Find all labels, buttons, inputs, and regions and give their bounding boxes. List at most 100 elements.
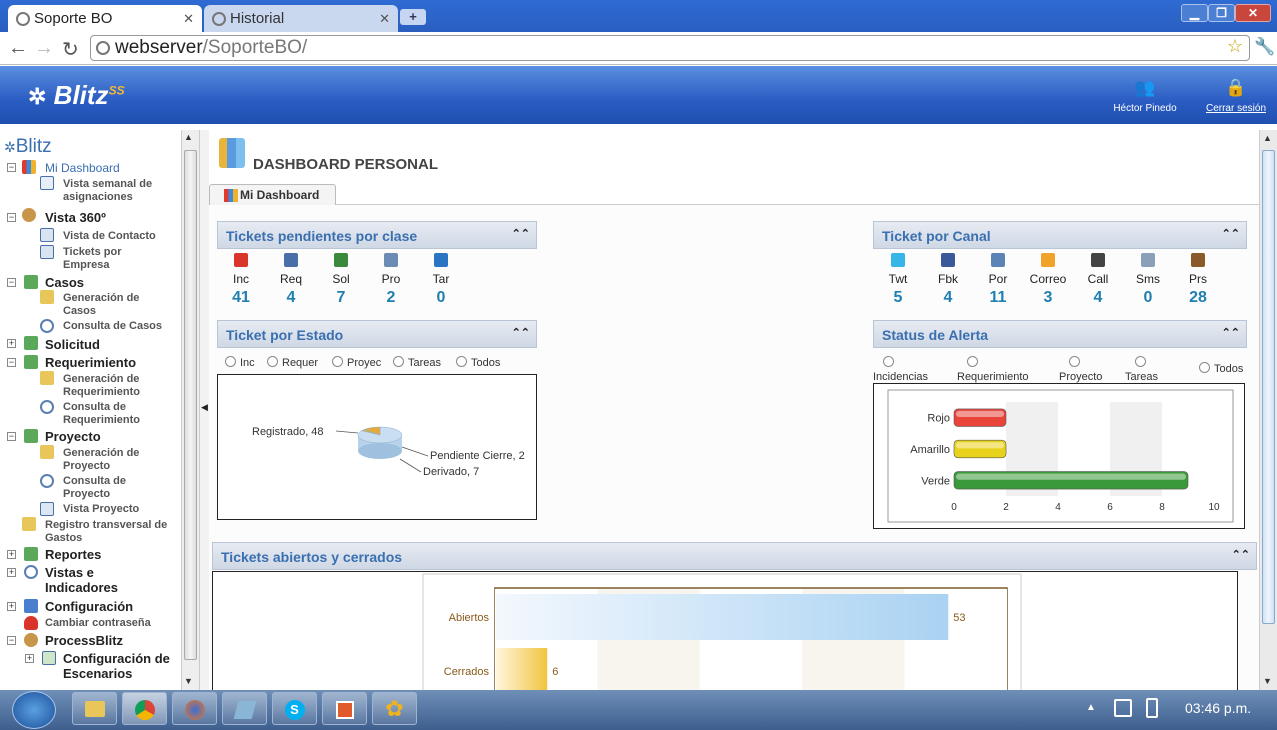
sidebar-item-consulta-proyecto[interactable]: Consulta de Proyecto	[63, 475, 163, 501]
expand-icon[interactable]: +	[7, 550, 16, 559]
collapse-icon[interactable]: −	[7, 636, 16, 645]
estado-filter-proyec[interactable]: Proyec	[332, 356, 381, 369]
scroll-up-icon[interactable]: ▲	[1263, 133, 1272, 143]
explorer-taskbar-icon[interactable]	[72, 692, 117, 725]
estado-filter-todos[interactable]: Todos	[456, 356, 500, 369]
collapse-panel-icon[interactable]: ⌃⌃	[512, 227, 530, 240]
radio-button[interactable]	[1069, 356, 1080, 367]
scrollbar-thumb[interactable]	[184, 150, 197, 660]
collapse-panel-icon[interactable]: ⌃⌃	[1222, 227, 1240, 240]
app-taskbar-icon[interactable]	[222, 692, 267, 725]
reload-icon[interactable]: ↻	[62, 37, 79, 62]
logout-link[interactable]: 🔒 Cerrar sesión	[1198, 78, 1274, 114]
skype-taskbar-icon[interactable]: S	[272, 692, 317, 725]
tab-mi-dashboard[interactable]: Mi Dashboard	[209, 184, 336, 206]
sidebar-item-mi-dashboard[interactable]: Mi Dashboard	[45, 161, 120, 175]
wrench-icon[interactable]: 🔧	[1254, 37, 1275, 57]
radio-button[interactable]	[332, 356, 343, 367]
sidebar-item-consulta-requerimiento[interactable]: Consulta de Requerimiento	[63, 401, 168, 427]
bookmark-star-icon[interactable]: ☆	[1227, 36, 1243, 57]
alerta-filter-tareas[interactable]: Tareas	[1125, 356, 1158, 383]
sidebar-item-vista-360[interactable]: Vista 360º	[45, 210, 106, 225]
scrollbar-thumb[interactable]	[1262, 150, 1275, 624]
canal-stat-por[interactable]: Por 11	[978, 253, 1018, 307]
system-clock[interactable]: 03:46 p.m.	[1185, 700, 1251, 716]
sidebar-splitter[interactable]: ◀	[199, 130, 209, 690]
sidebar-item-generacion-proyecto[interactable]: Generación de Proyecto	[63, 447, 163, 473]
radio-button[interactable]	[1199, 362, 1210, 373]
close-tab-icon[interactable]: ✕	[379, 11, 390, 27]
collapse-sidebar-icon[interactable]: ◀	[201, 402, 208, 413]
sidebar-item-requerimiento[interactable]: Requerimiento	[45, 355, 136, 370]
sidebar-item-config-escenarios[interactable]: Configuración de Escenarios	[63, 651, 178, 681]
collapse-icon[interactable]: −	[7, 358, 16, 367]
radio-button[interactable]	[393, 356, 404, 367]
alerta-filter-requerimiento[interactable]: Requerimiento	[957, 356, 1029, 383]
radio-button[interactable]	[456, 356, 467, 367]
firefox-taskbar-icon[interactable]	[172, 692, 217, 725]
maximize-button[interactable]: ❐	[1208, 4, 1235, 22]
estado-filter-tareas[interactable]: Tareas	[393, 356, 441, 369]
canal-stat-sms[interactable]: Sms 0	[1128, 253, 1168, 307]
tab-soporte-bo[interactable]: Soporte BO ✕	[8, 5, 202, 32]
new-tab-button[interactable]: +	[400, 9, 426, 25]
pendientes-stat-inc[interactable]: Inc 41	[221, 253, 261, 307]
collapse-panel-icon[interactable]: ⌃⌃	[1232, 548, 1250, 561]
blitz-taskbar-icon[interactable]: ✿	[372, 692, 417, 725]
network-icon[interactable]	[1114, 699, 1132, 717]
expand-icon[interactable]: +	[7, 339, 16, 348]
canal-stat-call[interactable]: Call 4	[1078, 253, 1118, 307]
estado-filter-inc[interactable]: Inc	[225, 356, 255, 369]
canal-stat-twt[interactable]: Twt 5	[878, 253, 918, 307]
sidebar-item-tickets-empresa[interactable]: Tickets por Empresa	[63, 246, 143, 272]
pendientes-stat-sol[interactable]: Sol 7	[321, 253, 361, 307]
sidebar-root[interactable]: ✲Blitz	[4, 136, 52, 158]
alerta-filter-proyecto[interactable]: Proyecto	[1059, 356, 1102, 383]
canal-stat-fbk[interactable]: Fbk 4	[928, 253, 968, 307]
scroll-down-icon[interactable]: ▼	[184, 676, 193, 686]
tab-historial[interactable]: Historial ✕	[204, 5, 398, 32]
collapse-icon[interactable]: −	[7, 213, 16, 222]
forward-icon[interactable]: →	[34, 37, 54, 60]
pendientes-stat-req[interactable]: Req 4	[271, 253, 311, 307]
sidebar-item-configuracion[interactable]: Configuración	[45, 599, 133, 614]
sidebar-item-reportes[interactable]: Reportes	[45, 547, 101, 562]
collapse-panel-icon[interactable]: ⌃⌃	[1222, 326, 1240, 339]
office-taskbar-icon[interactable]	[322, 692, 367, 725]
sidebar-item-generacion-requerimiento[interactable]: Generación de Requerimiento	[63, 373, 168, 399]
collapse-panel-icon[interactable]: ⌃⌃	[512, 326, 530, 339]
canal-stat-prs[interactable]: Prs 28	[1178, 253, 1218, 307]
alerta-filter-incidencias[interactable]: Incidencias	[873, 356, 928, 383]
scroll-up-icon[interactable]: ▲	[184, 132, 193, 142]
scroll-down-icon[interactable]: ▼	[1263, 676, 1272, 686]
sidebar-item-proyecto[interactable]: Proyecto	[45, 429, 101, 444]
battery-icon[interactable]	[1146, 698, 1158, 718]
expand-icon[interactable]: +	[7, 602, 16, 611]
tray-arrow-icon[interactable]: ▲	[1086, 702, 1096, 713]
sidebar-item-generacion-casos[interactable]: Generación de Casos	[63, 292, 163, 318]
pendientes-stat-pro[interactable]: Pro 2	[371, 253, 411, 307]
sidebar-item-cambiar-contrasena[interactable]: Cambiar contraseña	[45, 617, 151, 630]
collapse-icon[interactable]: −	[7, 163, 16, 172]
pendientes-stat-tar[interactable]: Tar 0	[421, 253, 461, 307]
sidebar-item-consulta-casos[interactable]: Consulta de Casos	[63, 320, 162, 333]
close-window-button[interactable]: ✕	[1235, 4, 1271, 22]
sidebar-item-vistas-indicadores[interactable]: Vistas e Indicadores	[45, 565, 135, 595]
sidebar-item-casos[interactable]: Casos	[45, 275, 84, 290]
alerta-filter-todos[interactable]: Todos	[1199, 362, 1243, 375]
sidebar-item-solicitud[interactable]: Solicitud	[45, 337, 100, 352]
address-bar[interactable]: webserver/SoporteBO/ ☆	[90, 35, 1250, 61]
radio-button[interactable]	[267, 356, 278, 367]
start-button[interactable]	[12, 691, 56, 729]
collapse-icon[interactable]: −	[7, 432, 16, 441]
radio-button[interactable]	[883, 356, 894, 367]
sidebar-item-vista-proyecto[interactable]: Vista Proyecto	[63, 503, 139, 516]
sidebar-item-registro-gastos[interactable]: Registro transversal de Gastos	[45, 519, 170, 545]
page-info-icon[interactable]	[96, 41, 110, 55]
sidebar-item-vista-contacto[interactable]: Vista de Contacto	[63, 230, 156, 243]
sidebar-item-processblitz[interactable]: ProcessBlitz	[45, 633, 123, 648]
radio-button[interactable]	[967, 356, 978, 367]
main-scrollbar[interactable]: ▲ ▼	[1259, 130, 1277, 690]
radio-button[interactable]	[225, 356, 236, 367]
sidebar-item-vista-semanal[interactable]: Vista semanal de asignaciones	[63, 178, 178, 204]
